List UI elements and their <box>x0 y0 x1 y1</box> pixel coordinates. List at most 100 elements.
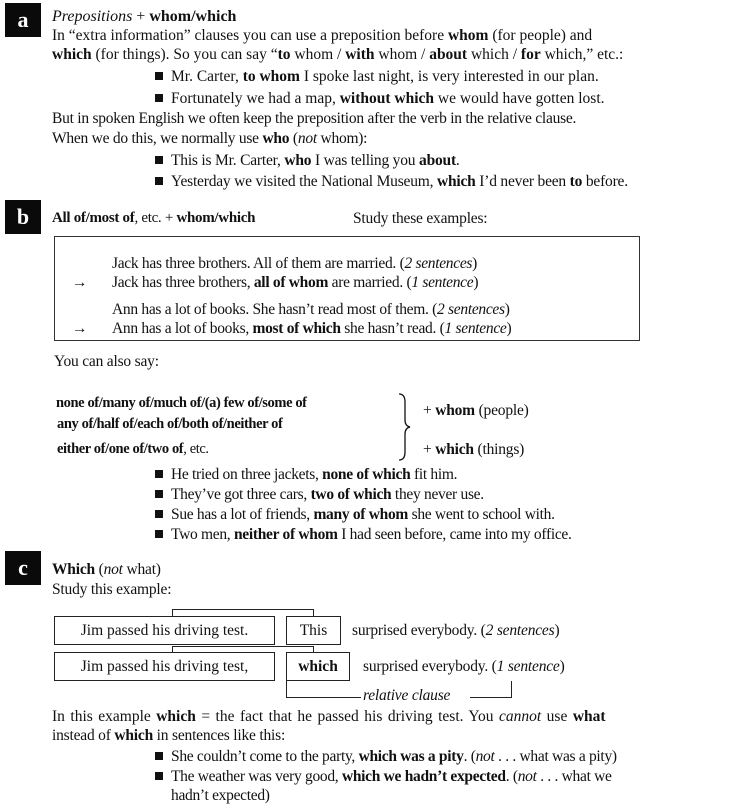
quantifier-line: any of/half of/each of/both of/neither o… <box>57 415 283 434</box>
text-run: what) <box>122 561 161 578</box>
text-run: , etc. + <box>134 210 177 226</box>
bold-text: All of/most of <box>52 210 135 226</box>
text-run: whom): <box>316 130 368 147</box>
bold-text: whom <box>435 402 475 419</box>
arrow-icon: → <box>72 274 88 291</box>
bold-text: without which <box>339 90 435 107</box>
which-box: which <box>286 652 350 681</box>
text-run: (for people) and <box>488 27 593 44</box>
section-a-bullet: Yesterday we visited the National Museum… <box>155 172 628 191</box>
quantifier-line: none of/many of/much of/(a) few of/some … <box>56 394 307 413</box>
section-a-paragraph-4: When we do this, we normally use who (no… <box>52 129 367 148</box>
bullet-square-icon <box>155 530 163 538</box>
bold-text: who <box>284 152 312 169</box>
text-run: she hasn’t read. ( <box>340 320 445 337</box>
text-run: Jack has three brothers, <box>112 274 254 291</box>
italic-text: not <box>517 768 537 785</box>
section-a-badge: a <box>5 3 41 37</box>
bold-text: which <box>436 173 476 190</box>
text-run: ) <box>506 320 512 337</box>
bold-text: to <box>277 46 291 63</box>
text-run: are married. ( <box>328 274 412 291</box>
row2-rest-text: surprised everybody. (1 sentence) <box>363 657 565 676</box>
italic-text: not <box>103 561 123 578</box>
bold-text: with <box>345 46 375 63</box>
text-run: (people) <box>474 402 529 419</box>
connector-line <box>172 609 314 611</box>
bold-text: all of whom <box>253 274 329 291</box>
bold-text: most of which <box>252 320 341 337</box>
section-a-paragraph-3: But in spoken English we often keep the … <box>52 109 576 128</box>
text-run: In “extra information” clauses you can u… <box>52 27 448 44</box>
bracket-line <box>286 681 288 698</box>
section-c-paragraph-2: instead of which in sentences like this: <box>52 726 285 745</box>
bullet-square-icon <box>155 772 163 780</box>
text-run: , etc. <box>183 441 209 457</box>
bold-text: whom/which <box>176 210 256 226</box>
bold-text: either of/one of/two of <box>57 441 184 457</box>
bullet-square-icon <box>155 490 163 498</box>
text-run: In this example <box>52 708 157 725</box>
sentence-box: Jim passed his driving test, <box>54 652 275 681</box>
bold-text: for <box>520 46 541 63</box>
bold-text: who <box>262 130 290 147</box>
bold-text: two of which <box>310 486 392 503</box>
example-line: Jack has three brothers. All of them are… <box>112 254 477 273</box>
text-run: But in spoken English we often keep the … <box>52 110 577 127</box>
text-run: ) <box>554 622 560 639</box>
bold-text: none of/many of/much of/(a) few of/some … <box>56 395 307 411</box>
italic-text: 1 sentence <box>444 320 507 337</box>
text-run: Mr. Carter, <box>171 68 243 85</box>
text-run: which / <box>467 46 521 63</box>
section-a-bullet: Mr. Carter, to whom I spoke last night, … <box>155 67 599 86</box>
bracket-line <box>286 697 361 699</box>
bold-text: which <box>52 46 92 63</box>
bold-text: none of which <box>322 466 411 483</box>
text-run: ( <box>94 561 104 578</box>
text-run: use <box>541 708 573 725</box>
text-run: The weather was very good, <box>171 768 342 785</box>
section-a-title: Prepositions + whom/which <box>52 8 237 25</box>
section-b-title: All of/most of, etc. + whom/which <box>52 209 255 228</box>
bold-text: neither of whom <box>233 526 338 543</box>
text-run: They’ve got three cars, <box>171 486 311 503</box>
section-c-title: Which (not what) <box>52 560 161 579</box>
italic-text: not <box>297 130 317 147</box>
section-a-paragraph-1: In “extra information” clauses you can u… <box>52 26 592 45</box>
text-run: . . . what was a pity) <box>494 748 617 765</box>
text-run: . <box>455 152 460 169</box>
text-run: I was telling you <box>311 152 420 169</box>
text-run: + <box>423 402 436 419</box>
bold-text: which <box>435 441 474 458</box>
section-c-bullet: She couldn’t come to the party, which wa… <box>155 747 617 766</box>
text-run: which,” etc.: <box>540 46 624 63</box>
section-c-bullet: The weather was very good, which we hadn… <box>155 767 612 786</box>
relative-clause-label: relative clause <box>363 687 451 704</box>
text-run: She couldn’t come to the party, <box>171 748 359 765</box>
text-run: Ann has a lot of books. She hasn’t read … <box>112 301 438 318</box>
italic-text: 2 sentences <box>437 301 505 318</box>
bold-text: which <box>114 727 153 744</box>
this-box: This <box>286 616 341 645</box>
text-run: Two men, <box>171 526 234 543</box>
bullet-square-icon <box>155 470 163 478</box>
bold-text: Which <box>52 561 95 578</box>
text-run: I’d never been <box>475 173 570 190</box>
quantifier-line: either of/one of/two of, etc. <box>57 440 209 459</box>
text-run: + <box>423 441 436 458</box>
bullet-square-icon <box>155 156 163 164</box>
bold-text: about <box>419 152 456 169</box>
text-run: He tried on three jackets, <box>171 466 323 483</box>
text-run: in sentences like this: <box>153 727 286 744</box>
example-line: Ann has a lot of books, most of which sh… <box>112 319 512 338</box>
section-c-study-text: Study this example: <box>52 581 172 598</box>
text-run: (for things). So you can say “ <box>91 46 278 63</box>
text-run: whom / <box>290 46 346 63</box>
text-run: before. <box>582 173 628 190</box>
section-c-badge: c <box>5 551 41 585</box>
bracket-line <box>470 697 512 699</box>
bold-text: many of whom <box>313 506 409 523</box>
whom-people-label: + whom (people) <box>423 401 529 420</box>
section-c-bullet-continuation: hadn’t expected) <box>171 787 270 804</box>
text-run: they never use. <box>391 486 484 503</box>
